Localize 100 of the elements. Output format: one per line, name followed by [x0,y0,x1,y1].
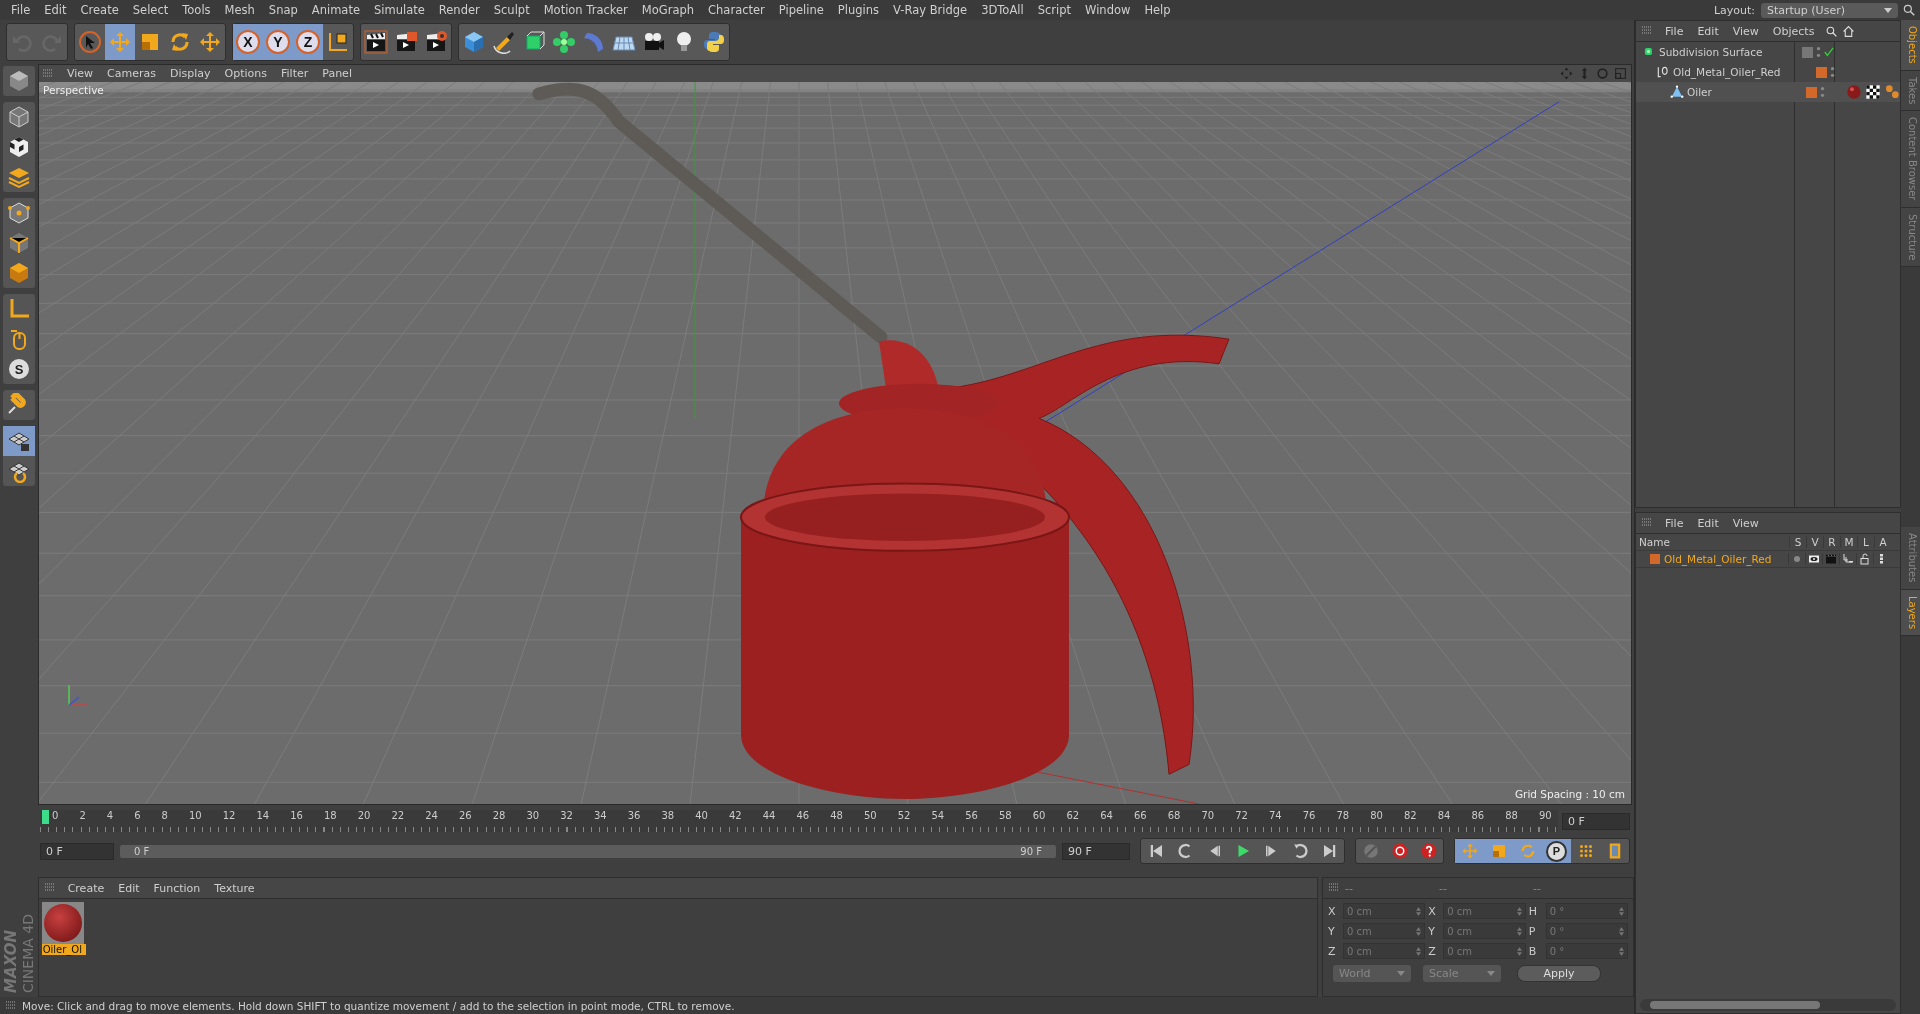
menu-item[interactable]: 3DToAll [974,3,1031,17]
menu-item[interactable]: Edit [1690,516,1726,530]
frame-number: 24 [425,810,438,821]
frame-number: 10 [188,810,202,821]
menu-item[interactable]: Render [431,3,487,17]
menu-item[interactable]: Mesh [217,3,262,17]
layout-dropdown[interactable]: Startup (User) [1761,2,1898,18]
snake-icon [702,30,726,54]
menu-item[interactable]: MoGraph [634,3,702,17]
end-frame-field[interactable]: 90 F [1062,842,1130,860]
column-header[interactable]: A [1874,536,1891,548]
layer-color-tag[interactable] [1806,86,1818,98]
menu-item[interactable]: Panel [316,67,358,80]
menu-item[interactable]: Cameras [101,67,162,80]
menu-item[interactable]: Animate [304,3,367,17]
column-header[interactable]: Name [1636,536,1789,548]
object-name[interactable]: Subdivision Surface [1659,46,1763,58]
menu-item[interactable]: Filter [275,67,315,80]
column-header[interactable]: M [1840,536,1857,548]
menu-item[interactable]: V-Ray Bridge [886,3,975,17]
no-layer-tag[interactable] [1802,46,1813,58]
menu-item[interactable]: Edit [1690,24,1726,38]
menu-item[interactable]: Options [218,67,273,80]
horizontal-scrollbar[interactable] [1640,999,1896,1011]
timeline-ruler[interactable]: 0 2 4 6 8 10 12 14 16 18 20 22 24 26 28 30 32 34 36 38 40 42 44 46 48 50 52 54 56 58 60 62 64 66 68 70 72 74 76 78 80 82 84 86 88 90 [40,810,1558,832]
apply-button[interactable]: Apply [1517,965,1601,982]
menu-item[interactable]: Character [701,3,772,17]
param-key-button[interactable]: P [1542,839,1571,863]
menu-item[interactable]: Sculpt [486,3,537,17]
menu-item[interactable]: Function [146,881,208,895]
visibility-dots-icon[interactable] [1820,85,1826,99]
menu-item[interactable]: Display [164,67,217,80]
frame-number: 88 [1505,810,1518,821]
checkmark-icon[interactable] [1824,47,1834,57]
column-header[interactable]: R [1823,536,1840,548]
record-icon [1390,842,1409,860]
visibility-dots-icon[interactable] [1830,65,1835,79]
menu-item[interactable]: File [1658,24,1691,38]
layout-label: Layout: [1713,3,1755,17]
frame-number: 8 [161,810,168,821]
menu-item[interactable]: Select [125,3,176,17]
menu-item[interactable]: Create [60,881,112,895]
menu-item[interactable]: Tools [175,3,218,17]
menu-item[interactable]: Plugins [830,3,887,17]
frame-number: 38 [661,810,675,821]
frame-number: 0 [52,810,59,821]
frame-range-slider[interactable]: 0 F 90 F [120,844,1056,858]
current-frame-field[interactable]: 0 F [1562,812,1630,830]
column-header[interactable]: S [1789,536,1806,548]
visibility-dots-icon[interactable] [1816,45,1821,59]
frame-number: 46 [796,810,810,821]
layer-color-tag[interactable] [1816,66,1827,78]
menu-item[interactable]: Motion Tracker [536,3,635,17]
menu-item[interactable]: Objects [1765,24,1822,38]
axis-lock-button[interactable]: Y [263,24,293,60]
search-icon[interactable] [1825,24,1839,38]
menu-item[interactable]: File [4,3,38,17]
caret-icon [1397,971,1405,976]
search-icon[interactable] [1902,3,1916,17]
start-frame-field[interactable]: 0 F [40,842,114,860]
layer-name[interactable]: Old_Metal_Oiler_Red [1664,553,1772,565]
frame-number: 12 [222,810,236,821]
menu-item[interactable]: File [1658,516,1691,530]
menu-item[interactable]: Script [1030,3,1079,17]
menu-item[interactable]: Create [73,3,126,17]
material-name[interactable]: Oiler_Ol [41,944,86,955]
axis-lock-button[interactable]: X [233,24,263,60]
menu-item[interactable]: Window [1078,3,1138,17]
two-dots-icon[interactable] [1884,84,1900,100]
menu-item[interactable]: Help [1137,3,1178,17]
side-tab[interactable]: Objects [1901,20,1920,71]
side-tab[interactable]: Layers [1901,589,1920,636]
object-name[interactable]: Oiler [1687,86,1712,98]
menu-item[interactable]: View [1725,24,1766,38]
grid-lock-tool-button[interactable] [3,426,35,456]
menu-item[interactable]: Simulate [367,3,432,17]
axis-lock-button[interactable]: Z [293,24,323,60]
column-header[interactable]: L [1857,536,1874,548]
unlocked-lock-icon[interactable] [1859,553,1871,565]
hierarchy-icon[interactable] [1842,553,1854,565]
menu-item[interactable]: View [61,67,100,80]
dot-icon[interactable] [1791,553,1803,565]
frame-number: 26 [458,810,472,821]
eye-icon[interactable] [1808,553,1820,565]
object-name[interactable]: Old_Metal_Oiler_Red [1673,66,1781,78]
menu-item[interactable]: Texture [207,881,262,895]
frame-number: 66 [1133,810,1147,821]
clapperboard-icon[interactable] [1825,553,1837,565]
column-header[interactable]: V [1806,536,1823,548]
checker-icon[interactable] [1865,84,1881,100]
menu-item[interactable]: Pipeline [771,3,831,17]
layer-color-swatch[interactable] [1650,554,1660,564]
menu-item[interactable]: Edit [111,881,147,895]
clapperboard-icon [394,30,418,54]
menu-item[interactable]: Snap [261,3,305,17]
material-preview[interactable] [41,902,84,944]
move-icon [1460,842,1479,860]
home-icon[interactable] [1842,24,1856,38]
menu-item[interactable]: Edit [37,3,74,17]
menu-item[interactable]: View [1725,516,1766,530]
